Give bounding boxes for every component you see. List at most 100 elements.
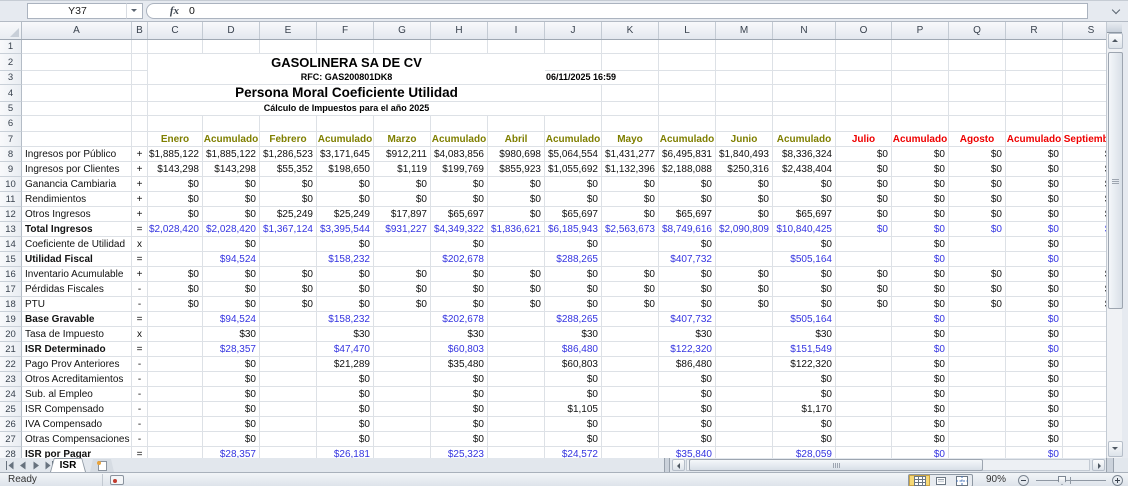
cell[interactable]: $0	[716, 177, 773, 192]
cell[interactable]	[836, 417, 892, 432]
cell[interactable]: $407,732	[659, 252, 716, 267]
cell[interactable]: $0	[836, 192, 892, 207]
column-header[interactable]: A	[22, 22, 132, 39]
cell[interactable]	[22, 40, 132, 54]
cell[interactable]	[1063, 237, 1106, 252]
row-header[interactable]: 15	[0, 252, 22, 267]
cell[interactable]	[773, 85, 836, 102]
cell[interactable]	[260, 342, 317, 357]
cell[interactable]: +	[132, 192, 148, 207]
cell[interactable]	[488, 402, 545, 417]
cell[interactable]: -	[132, 372, 148, 387]
cell[interactable]	[602, 116, 659, 132]
cell[interactable]: $0	[488, 267, 545, 282]
cell[interactable]: $0	[773, 177, 836, 192]
cell[interactable]	[949, 312, 1006, 327]
cell[interactable]: $94,524	[203, 312, 260, 327]
cell[interactable]	[1063, 252, 1106, 267]
cell[interactable]	[545, 40, 602, 54]
column-header[interactable]: G	[374, 22, 431, 39]
cell[interactable]	[132, 85, 148, 102]
cell[interactable]	[488, 447, 545, 458]
cell[interactable]: ISR Compensado	[22, 402, 132, 417]
cell[interactable]: $0	[203, 297, 260, 312]
cell[interactable]: $0	[949, 297, 1006, 312]
cell[interactable]: $151,549	[773, 342, 836, 357]
cell[interactable]: $0	[317, 237, 374, 252]
cell[interactable]	[148, 327, 203, 342]
tab-isr[interactable]: ISR	[50, 458, 86, 472]
month-header-cell[interactable]: Agosto	[949, 132, 1006, 147]
cell[interactable]: $30	[659, 327, 716, 342]
cell[interactable]: $0	[203, 432, 260, 447]
cell[interactable]: $47,470	[317, 342, 374, 357]
cell[interactable]: $0	[659, 192, 716, 207]
cell[interactable]	[1063, 85, 1106, 102]
cell[interactable]	[260, 357, 317, 372]
scroll-down-icon[interactable]	[1108, 441, 1123, 457]
cell[interactable]: $30	[203, 327, 260, 342]
cell[interactable]: Ingresos por Público	[22, 147, 132, 162]
cell[interactable]	[148, 116, 203, 132]
sheet-next-icon[interactable]	[30, 460, 41, 470]
cell[interactable]	[773, 116, 836, 132]
cell[interactable]	[488, 312, 545, 327]
cell[interactable]: $0	[374, 192, 431, 207]
cell[interactable]: $0	[1063, 162, 1106, 177]
cell[interactable]: $0	[836, 147, 892, 162]
cell[interactable]: $143,298	[148, 162, 203, 177]
cell[interactable]	[1006, 116, 1063, 132]
cell[interactable]: $0	[203, 417, 260, 432]
cell[interactable]	[949, 102, 1006, 116]
cell[interactable]	[374, 447, 431, 458]
cell[interactable]: $0	[203, 372, 260, 387]
cell[interactable]: $1,885,122	[203, 147, 260, 162]
cell[interactable]: $0	[1006, 372, 1063, 387]
cell[interactable]	[716, 237, 773, 252]
cell[interactable]	[716, 54, 773, 71]
cell[interactable]: $288,265	[545, 252, 602, 267]
cell[interactable]	[773, 71, 836, 85]
sheet-first-icon[interactable]	[4, 460, 15, 470]
cell[interactable]	[836, 102, 892, 116]
month-header-cell[interactable]: Acumulado	[317, 132, 374, 147]
cell[interactable]: $25,249	[260, 207, 317, 222]
cell[interactable]: $0	[892, 372, 949, 387]
cell[interactable]	[488, 327, 545, 342]
cell[interactable]	[488, 252, 545, 267]
cell[interactable]: $1,170	[773, 402, 836, 417]
cell[interactable]	[602, 342, 659, 357]
cell[interactable]: $0	[602, 177, 659, 192]
cell[interactable]	[949, 417, 1006, 432]
cell[interactable]	[836, 342, 892, 357]
zoom-out-icon[interactable]	[1018, 475, 1029, 486]
cell[interactable]	[1063, 102, 1106, 116]
cell[interactable]	[132, 116, 148, 132]
cell[interactable]	[602, 447, 659, 458]
cell[interactable]: $202,678	[431, 312, 488, 327]
cell[interactable]	[488, 116, 545, 132]
cell[interactable]: $55,352	[260, 162, 317, 177]
cell[interactable]	[949, 237, 1006, 252]
cell[interactable]: $0	[431, 297, 488, 312]
cell[interactable]	[659, 85, 716, 102]
cell[interactable]	[949, 402, 1006, 417]
cell[interactable]: $0	[488, 282, 545, 297]
cell[interactable]	[374, 237, 431, 252]
cell[interactable]: $0	[431, 417, 488, 432]
cell[interactable]: $0	[892, 192, 949, 207]
cell[interactable]: =	[132, 222, 148, 237]
month-header-cell[interactable]: Enero	[148, 132, 203, 147]
cell[interactable]	[1063, 402, 1106, 417]
cell[interactable]: $0	[260, 297, 317, 312]
cell[interactable]: +	[132, 177, 148, 192]
row-header[interactable]: 24	[0, 387, 22, 402]
cell[interactable]	[374, 252, 431, 267]
cell[interactable]: $0	[1006, 417, 1063, 432]
row-header[interactable]: 20	[0, 327, 22, 342]
cell[interactable]: $8,749,616	[659, 222, 716, 237]
cell[interactable]: $2,028,420	[203, 222, 260, 237]
month-header-cell[interactable]: Abril	[488, 132, 545, 147]
cell[interactable]: $0	[892, 432, 949, 447]
name-box-dropdown-icon[interactable]	[126, 3, 143, 19]
